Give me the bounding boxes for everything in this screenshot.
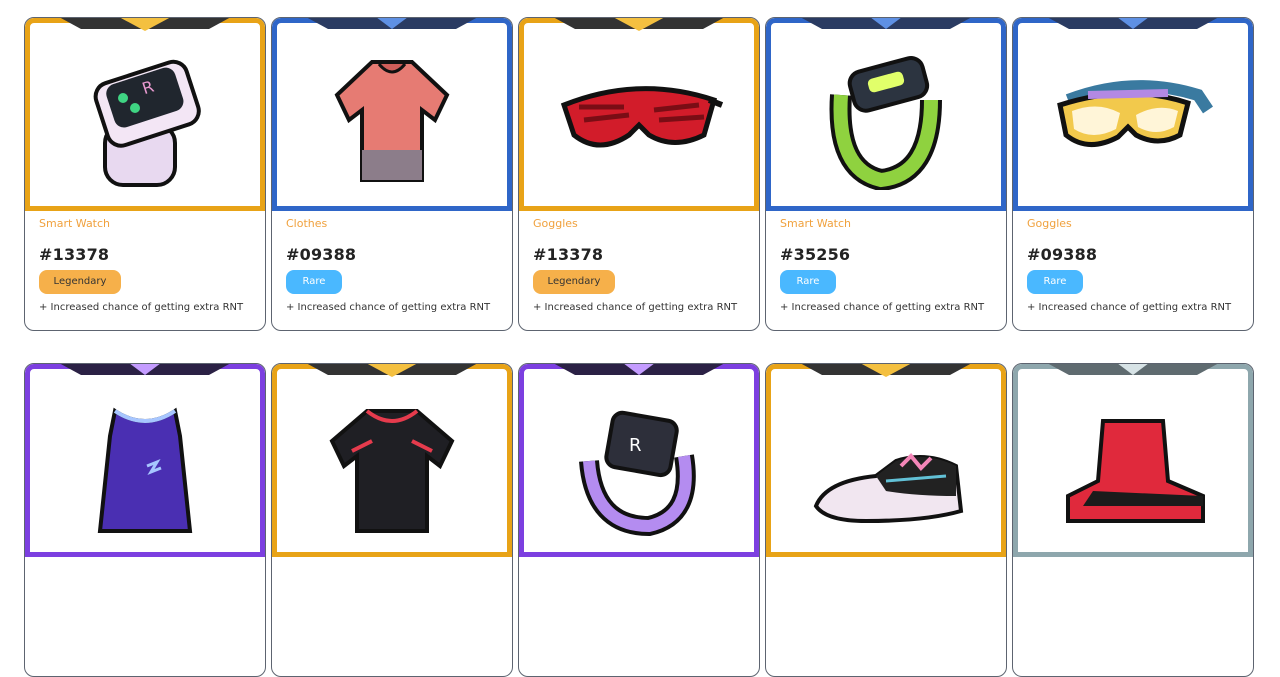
item-bonus: + Increased chance of getting extra RNT: [533, 302, 738, 313]
card-frame: [766, 364, 1006, 557]
goggles-icon: [1057, 80, 1213, 147]
smart-watch-icon: R: [93, 59, 201, 187]
smart-watch-icon: R: [579, 410, 696, 536]
item-image: R: [524, 391, 754, 541]
item-bonus: + Increased chance of getting extra RNT: [39, 302, 244, 313]
nft-card[interactable]: R Smart Watch #13378 Legendary + Increas…: [24, 17, 266, 331]
tank-top-icon: [97, 407, 193, 533]
item-id: #35256: [780, 245, 851, 264]
item-type: Goggles: [533, 217, 578, 230]
frame-crest-icon: [60, 18, 230, 31]
goggles-icon: [560, 86, 724, 148]
item-id: #13378: [533, 245, 604, 264]
item-image: [771, 391, 1001, 541]
frame-crest-icon: [801, 364, 971, 377]
item-type: Smart Watch: [780, 217, 852, 230]
frame-crest-icon: [1048, 18, 1218, 29]
item-bonus: + Increased chance of getting extra RNT: [780, 302, 985, 313]
svg-text:R: R: [629, 435, 642, 456]
frame-crest-icon: [1048, 364, 1218, 375]
item-bonus: + Increased chance of getting extra RNT: [286, 302, 491, 313]
shirt-icon: [334, 60, 450, 182]
item-image: [1018, 45, 1248, 195]
item-id: #09388: [1027, 245, 1098, 264]
fitness-band-icon: [829, 56, 942, 190]
card-frame: R: [25, 18, 265, 211]
nft-card[interactable]: [24, 363, 266, 677]
card-frame: R: [519, 364, 759, 557]
item-image: [524, 45, 754, 195]
card-frame: [519, 18, 759, 211]
item-id: #13378: [39, 245, 110, 264]
high-top-shoe-icon: [1066, 419, 1205, 523]
nft-card[interactable]: Goggles #09388 Rare + Increased chance o…: [1012, 17, 1254, 331]
frame-crest-icon: [554, 18, 724, 31]
card-frame: [766, 18, 1006, 211]
nft-grid: R Smart Watch #13378 Legendary + Increas…: [24, 17, 1254, 677]
frame-crest-icon: [801, 18, 971, 29]
rarity-badge: Rare: [780, 270, 836, 294]
card-frame: [25, 364, 265, 557]
rarity-badge: Legendary: [39, 270, 121, 294]
item-image: [1018, 391, 1248, 541]
nft-card[interactable]: [1012, 363, 1254, 677]
item-image: [277, 391, 507, 541]
frame-crest-icon: [307, 18, 477, 29]
jersey-icon: [329, 409, 455, 533]
frame-crest-icon: [60, 364, 230, 375]
nft-card[interactable]: Goggles #13378 Legendary + Increased cha…: [518, 17, 760, 331]
frame-crest-icon: [554, 364, 724, 375]
item-type: Smart Watch: [39, 217, 111, 230]
item-type: Goggles: [1027, 217, 1072, 230]
item-bonus: + Increased chance of getting extra RNT: [1027, 302, 1232, 313]
frame-crest-icon: [307, 364, 477, 377]
nft-card[interactable]: Clothes #09388 Rare + Increased chance o…: [271, 17, 513, 331]
item-image: [771, 45, 1001, 195]
nft-card[interactable]: [271, 363, 513, 677]
item-image: [30, 391, 260, 541]
sneaker-icon: [813, 453, 964, 524]
nft-card[interactable]: Smart Watch #35256 Rare + Increased chan…: [765, 17, 1007, 331]
item-type: Clothes: [286, 217, 328, 230]
rarity-badge: Rare: [286, 270, 342, 294]
card-frame: [1013, 364, 1253, 557]
card-frame: [272, 364, 512, 557]
card-frame: [272, 18, 512, 211]
item-image: R: [30, 45, 260, 195]
item-image: [277, 45, 507, 195]
rarity-badge: Rare: [1027, 270, 1083, 294]
nft-card[interactable]: [765, 363, 1007, 677]
card-frame: [1013, 18, 1253, 211]
rarity-badge: Legendary: [533, 270, 615, 294]
item-id: #09388: [286, 245, 357, 264]
nft-card[interactable]: R: [518, 363, 760, 677]
